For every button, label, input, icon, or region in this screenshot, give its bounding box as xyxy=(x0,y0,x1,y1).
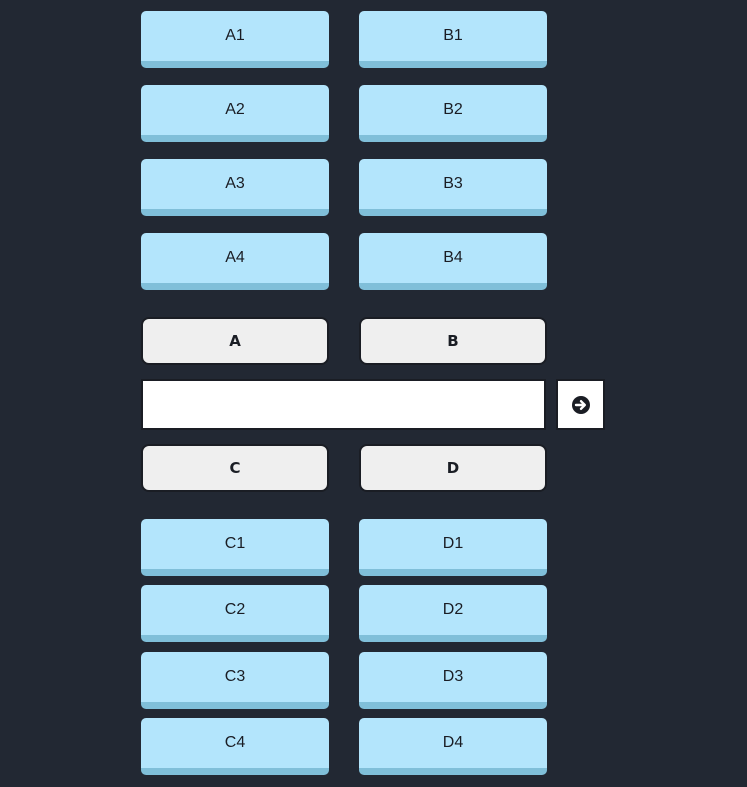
key-a1[interactable]: A1 xyxy=(141,11,329,68)
key-a2[interactable]: A2 xyxy=(141,85,329,142)
group-a-button[interactable]: A xyxy=(141,317,329,365)
key-c1[interactable]: C1 xyxy=(141,519,329,576)
group-c-button[interactable]: C xyxy=(141,444,329,492)
key-c2[interactable]: C2 xyxy=(141,585,329,642)
key-b4[interactable]: B4 xyxy=(359,233,547,290)
key-c4[interactable]: C4 xyxy=(141,718,329,775)
key-d3[interactable]: D3 xyxy=(359,652,547,709)
key-b3[interactable]: B3 xyxy=(359,159,547,216)
key-d4[interactable]: D4 xyxy=(359,718,547,775)
arrow-right-circle-icon xyxy=(571,395,591,415)
key-c3[interactable]: C3 xyxy=(141,652,329,709)
key-b1[interactable]: B1 xyxy=(359,11,547,68)
key-b2[interactable]: B2 xyxy=(359,85,547,142)
group-b-button[interactable]: B xyxy=(359,317,547,365)
text-input[interactable] xyxy=(141,379,546,430)
key-d2[interactable]: D2 xyxy=(359,585,547,642)
key-a4[interactable]: A4 xyxy=(141,233,329,290)
group-d-button[interactable]: D xyxy=(359,444,547,492)
submit-button[interactable] xyxy=(556,379,605,430)
key-d1[interactable]: D1 xyxy=(359,519,547,576)
key-a3[interactable]: A3 xyxy=(141,159,329,216)
